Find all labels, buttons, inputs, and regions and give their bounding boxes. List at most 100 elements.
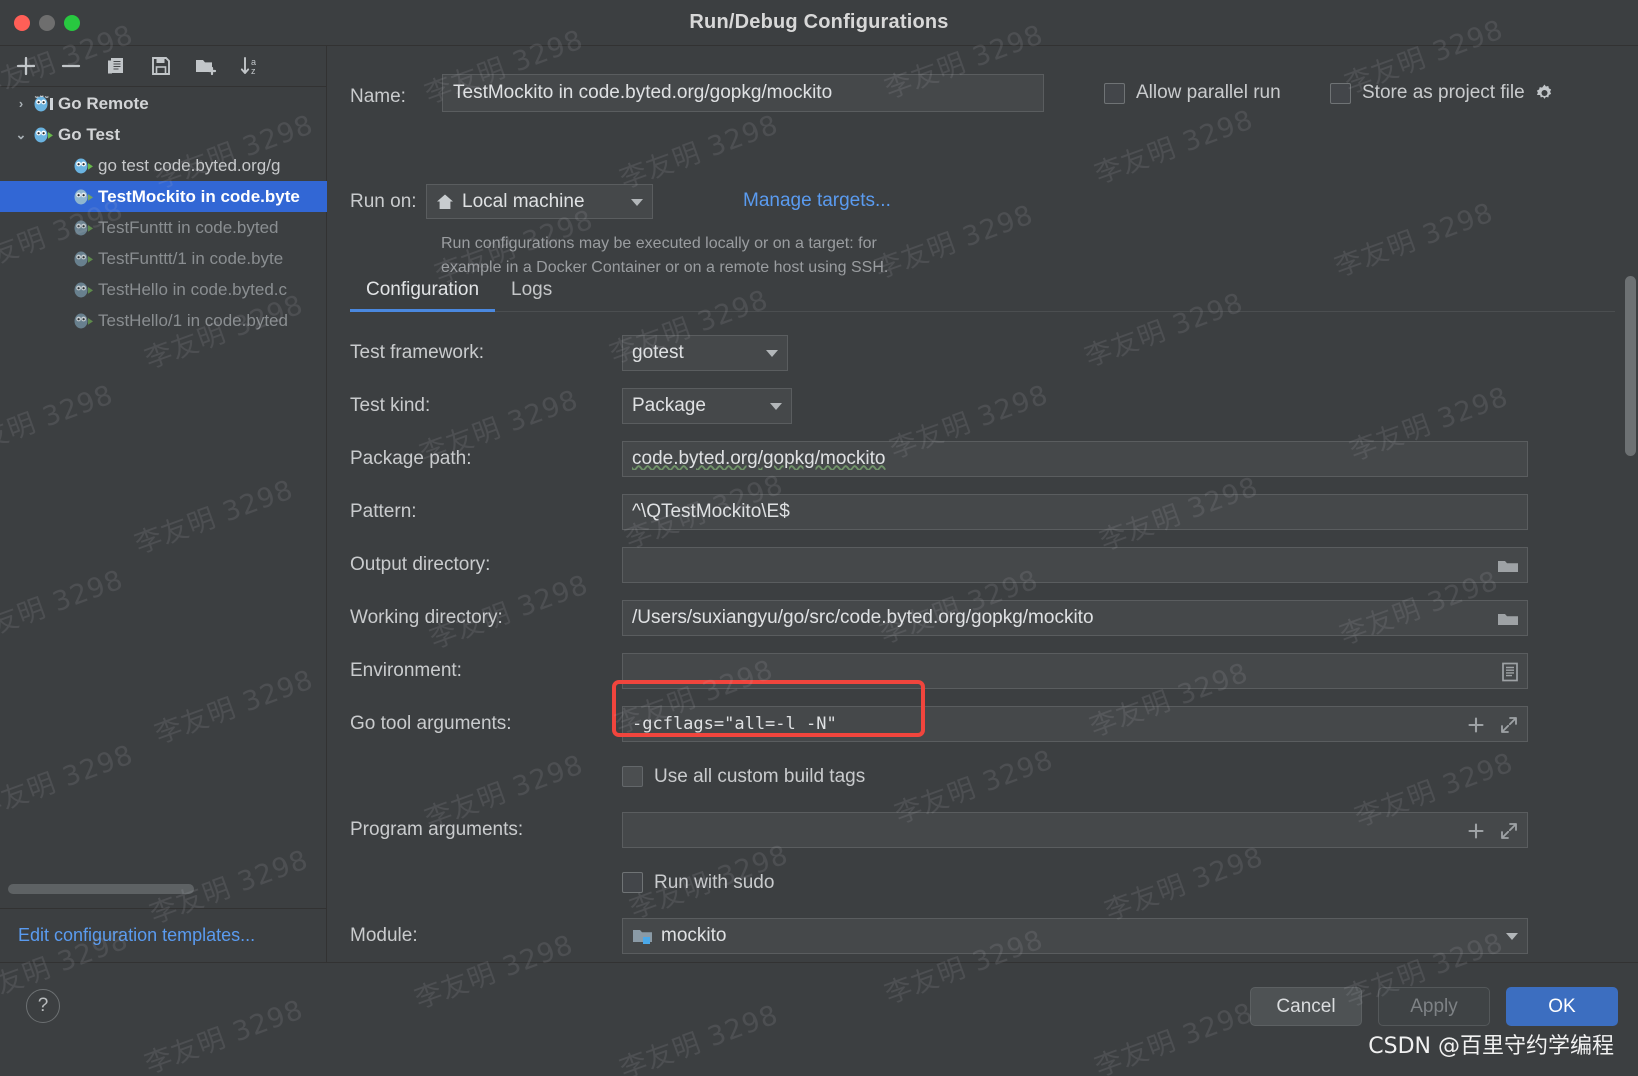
checkbox-box[interactable] [622, 872, 643, 893]
cancel-button[interactable]: Cancel [1250, 987, 1362, 1026]
run-on-select[interactable]: Local machine [426, 184, 653, 219]
test-kind-select[interactable]: Package [622, 387, 792, 424]
folder-icon[interactable] [1497, 557, 1519, 575]
configurations-tree[interactable]: › Go Remote ⌄ Go Test go test code.byted… [0, 88, 327, 336]
svg-text:z: z [251, 66, 256, 76]
tree-item-testfunttt-1[interactable]: TestFunttt/1 in code.byte [0, 243, 327, 274]
go-tool-arguments-input[interactable]: -gcflags="all=-l -N" [622, 705, 1528, 742]
store-as-project-file-checkbox[interactable]: Store as project file [1330, 82, 1555, 104]
tree-item-testfunttt[interactable]: TestFunttt in code.byted [0, 212, 327, 243]
expand-icon[interactable] [1499, 821, 1519, 841]
folder-icon[interactable] [1497, 610, 1519, 628]
plus-icon[interactable] [1466, 715, 1486, 735]
row-working-directory: Working directory: /Users/suxiangyu/go/s… [328, 591, 1638, 644]
checkbox-box[interactable] [1104, 82, 1125, 104]
configuration-tabs[interactable]: Configuration Logs [350, 274, 1615, 312]
tree-item-label: TestFunttt in code.byted [98, 217, 279, 237]
tree-item-testhello[interactable]: TestHello in code.byted.c [0, 274, 327, 305]
module-select[interactable]: mockito [622, 917, 1528, 954]
row-use-all-custom-build-tags: Use all custom build tags [328, 750, 1638, 803]
chevron-down-icon[interactable]: ⌄ [10, 127, 32, 143]
tree-group-go-test[interactable]: ⌄ Go Test [0, 119, 327, 150]
go-remote-icon [32, 94, 56, 114]
field-icons [1501, 654, 1519, 690]
row-go-tool-arguments: Go tool arguments: -gcflags="all=-l -N" [328, 697, 1638, 750]
sidebar-horizontal-scrollbar[interactable] [8, 884, 194, 894]
tree-item-label: TestFunttt/1 in code.byte [98, 248, 284, 268]
chevron-down-icon[interactable] [766, 349, 778, 357]
main-vertical-scrollbar[interactable] [1625, 276, 1636, 456]
name-input[interactable]: TestMockito in code.byted.org/gopkg/mock… [442, 74, 1044, 112]
name-input-value: TestMockito in code.byted.org/gopkg/mock… [453, 82, 833, 103]
ok-button[interactable]: OK [1506, 987, 1618, 1026]
chevron-right-icon[interactable]: › [10, 96, 32, 111]
copy-icon[interactable] [103, 53, 129, 79]
tree-group-label: Go Test [58, 124, 121, 144]
package-path-value: code.byted.org/gopkg/mockito [632, 447, 886, 469]
output-directory-label: Output directory: [350, 553, 491, 575]
sort-alphabetically-icon[interactable]: a z [238, 53, 264, 79]
run-on-value: Local machine [462, 190, 585, 212]
csdn-watermark: CSDN @百里守约学编程 [1368, 1034, 1614, 1059]
gear-icon[interactable] [1534, 83, 1555, 104]
allow-parallel-run-checkbox[interactable]: Allow parallel run [1104, 82, 1281, 104]
edit-configuration-templates-link[interactable]: Edit configuration templates... [18, 925, 255, 946]
use-all-custom-build-tags-checkbox[interactable]: Use all custom build tags [622, 766, 865, 788]
output-directory-input[interactable] [622, 546, 1528, 583]
add-icon[interactable] [13, 53, 39, 79]
checkbox-box[interactable] [622, 766, 643, 787]
go-test-icon [72, 218, 96, 238]
run-on-hint: Run configurations may be executed local… [441, 232, 1081, 280]
tab-logs[interactable]: Logs [495, 279, 568, 311]
test-framework-select[interactable]: gotest [622, 334, 788, 371]
tree-item-testhello-1[interactable]: TestHello/1 in code.byted [0, 305, 327, 336]
chevron-down-icon[interactable] [631, 199, 643, 206]
chevron-down-icon[interactable] [1506, 932, 1518, 940]
pattern-label: Pattern: [350, 500, 417, 522]
document-icon[interactable] [1501, 662, 1519, 682]
run-debug-configurations-dialog: Run/Debug Configurations a z › Go Remote… [0, 0, 1638, 1076]
tree-item-label: go test code.byted.org/g [98, 155, 281, 175]
window-title: Run/Debug Configurations [689, 11, 949, 33]
environment-input[interactable] [622, 652, 1528, 690]
test-framework-label: Test framework: [350, 341, 485, 363]
program-arguments-input[interactable] [622, 811, 1528, 848]
pattern-input[interactable]: ^\QTestMockito\E$ [622, 493, 1528, 530]
tree-item-go-test-package[interactable]: go test code.byted.org/g [0, 150, 327, 181]
manage-targets-link[interactable]: Manage targets... [743, 190, 891, 212]
working-directory-value: /Users/suxiangyu/go/src/code.byted.org/g… [632, 606, 1094, 628]
row-program-arguments: Program arguments: [328, 803, 1638, 856]
configurations-sidebar: a z › Go Remote ⌄ Go Test go test code.b… [0, 46, 327, 962]
configuration-panel: Name: TestMockito in code.byted.org/gopk… [328, 46, 1638, 962]
help-button[interactable]: ? [26, 989, 60, 1023]
expand-icon[interactable] [1499, 715, 1519, 735]
use-all-custom-build-tags-label: Use all custom build tags [654, 765, 866, 787]
run-with-sudo-label: Run with sudo [654, 871, 775, 893]
apply-button[interactable]: Apply [1378, 987, 1490, 1026]
chevron-down-icon[interactable] [770, 402, 782, 410]
save-icon[interactable] [148, 53, 174, 79]
remove-icon[interactable] [58, 53, 84, 79]
plus-icon[interactable] [1466, 821, 1486, 841]
package-path-input[interactable]: code.byted.org/gopkg/mockito [622, 440, 1528, 477]
go-test-icon [72, 156, 96, 176]
tab-configuration[interactable]: Configuration [350, 279, 496, 312]
tree-group-label: Go Remote [58, 93, 149, 113]
working-directory-input[interactable]: /Users/suxiangyu/go/src/code.byted.org/g… [622, 599, 1528, 636]
row-module: Module: mockito [328, 909, 1638, 962]
store-as-project-file-label: Store as project file [1362, 82, 1525, 103]
run-on-label: Run on: [350, 191, 417, 212]
row-test-kind: Test kind: Package [328, 379, 1638, 432]
test-framework-value: gotest [632, 341, 684, 363]
tree-group-go-remote[interactable]: › Go Remote [0, 88, 327, 119]
module-value: mockito [661, 924, 727, 946]
run-with-sudo-checkbox[interactable]: Run with sudo [622, 872, 774, 894]
checkbox-box[interactable] [1330, 82, 1351, 104]
tree-item-testmockito[interactable]: TestMockito in code.byte [0, 181, 327, 212]
dialog-buttons: Cancel Apply OK [1250, 987, 1618, 1026]
tree-item-label: TestHello/1 in code.byted [98, 310, 288, 330]
new-folder-icon[interactable] [193, 53, 219, 79]
module-label: Module: [350, 924, 418, 946]
test-kind-value: Package [632, 394, 706, 416]
title-bar: Run/Debug Configurations [0, 0, 1638, 46]
